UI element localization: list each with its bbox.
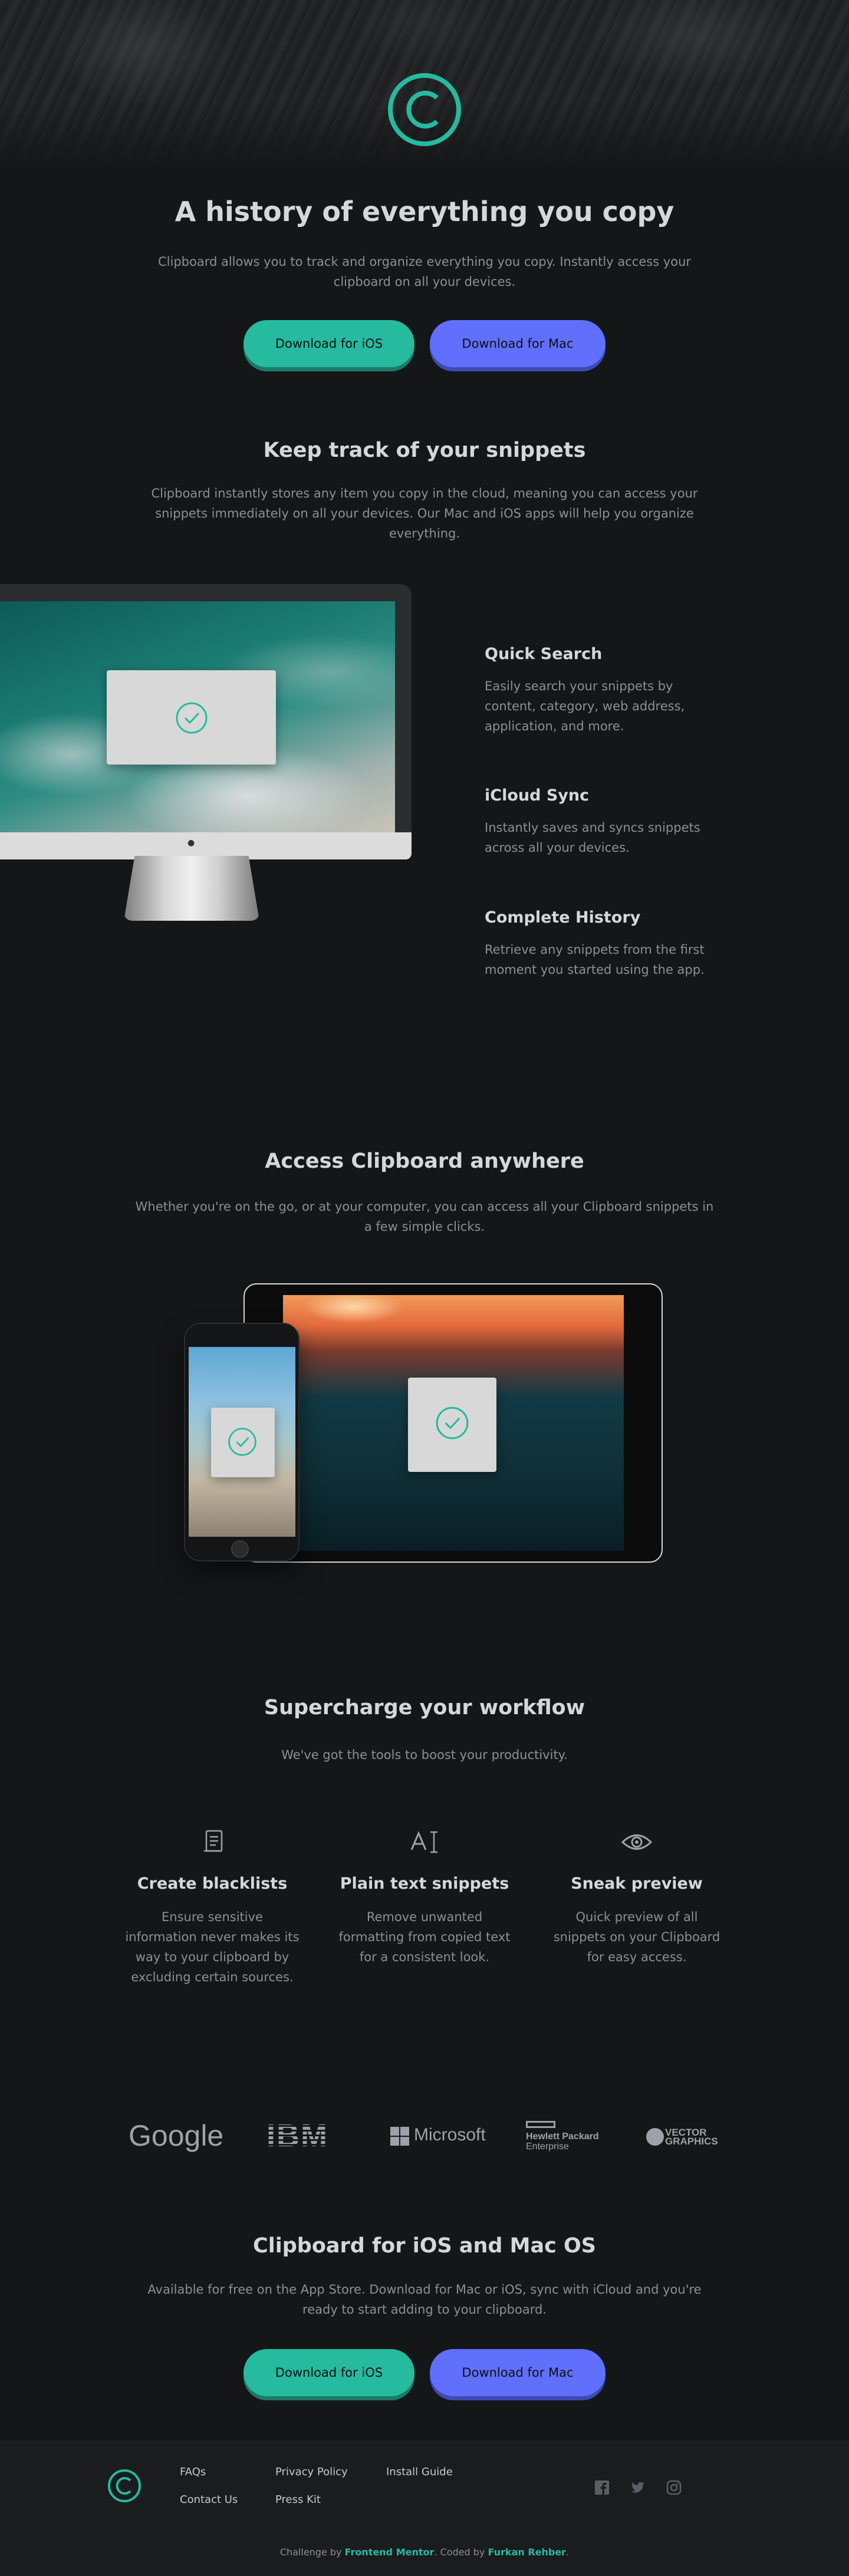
tool-text-line: for a consistent look. xyxy=(359,1950,490,1964)
feature-text-line: Retrieve any snippets from the first xyxy=(485,943,705,957)
cta-title: Clipboard for iOS and Mac OS xyxy=(253,2234,596,2258)
access-text-line: a few simple clicks. xyxy=(364,1220,485,1234)
feature-text-line: moment you started using the app. xyxy=(485,963,705,977)
tool-text-line: Ensure sensitive xyxy=(162,1910,263,1924)
tool-title: Create blacklists xyxy=(137,1875,288,1893)
feature-text: Instantly saves and syncs snippets acros… xyxy=(485,818,744,858)
tool-text-line: way to your clipboard by xyxy=(135,1950,289,1964)
google-logo: Google xyxy=(129,2119,224,2152)
feature-icloud-sync: iCloud Sync Instantly saves and syncs sn… xyxy=(485,786,744,858)
feature-text-line: application, and more. xyxy=(485,719,624,733)
feature-text-line: Instantly saves and syncs snippets xyxy=(485,821,700,835)
tool-sneak-preview: Sneak preview Quick preview of all snipp… xyxy=(542,1875,731,1967)
feature-text: Easily search your snippets by content, … xyxy=(485,676,744,736)
tool-text-line: snippets on your Clipboard xyxy=(553,1930,720,1944)
blacklist-icon xyxy=(204,1830,223,1852)
access-text: Whether you're on the go, or at your com… xyxy=(0,1197,849,1237)
imac-stand xyxy=(124,856,259,921)
download-ios-button[interactable]: Download for iOS xyxy=(243,320,414,367)
snippets-text-line: everything. xyxy=(389,526,460,541)
text-icon xyxy=(410,1831,437,1853)
download-mac-button[interactable]: Download for Mac xyxy=(430,320,606,367)
feature-text-line: Easily search your snippets by xyxy=(485,679,673,693)
footer-link-privacy[interactable]: Privacy Policy xyxy=(275,2466,348,2478)
feature-title: Complete History xyxy=(485,908,641,927)
feature-title: Quick Search xyxy=(485,645,603,663)
footer-link-contact[interactable]: Contact Us xyxy=(180,2493,238,2506)
footer-link-install[interactable]: Install Guide xyxy=(386,2466,453,2478)
check-circle-icon xyxy=(228,1428,256,1456)
cta-text-line: Available for free on the App Store. Dow… xyxy=(147,2282,702,2297)
vector-graphics-logo-icon xyxy=(646,2128,664,2146)
hpe-logo-line: Enterprise xyxy=(526,2142,569,2152)
clipboard-logo-icon xyxy=(388,73,461,146)
credit-author-link[interactable]: Furkan Rehber xyxy=(488,2547,567,2558)
tool-blacklists: Create blacklists Ensure sensitive infor… xyxy=(118,1875,307,1987)
tool-plain-text: Plain text snippets Remove unwanted form… xyxy=(330,1875,519,1967)
tool-text-line: information never makes its xyxy=(125,1930,300,1944)
credit-end: . xyxy=(566,2547,570,2558)
feature-title: iCloud Sync xyxy=(485,786,590,805)
hpe-logo-icon xyxy=(526,2121,555,2128)
hpe-logo-line: Hewlett Packard xyxy=(526,2132,599,2142)
download-ios-button[interactable]: Download for iOS xyxy=(243,2349,414,2396)
check-circle-icon xyxy=(176,702,208,734)
check-circle-icon xyxy=(436,1406,469,1439)
footer-link-press[interactable]: Press Kit xyxy=(275,2493,321,2506)
microsoft-logo: Microsoft xyxy=(414,2125,486,2145)
tool-text-line: formatting from copied text xyxy=(338,1930,511,1944)
access-text-line: Whether you're on the go, or at your com… xyxy=(135,1200,714,1214)
tool-text: Remove unwanted formatting from copied t… xyxy=(330,1907,519,1967)
access-title: Access Clipboard anywhere xyxy=(265,1149,584,1173)
feature-text: Retrieve any snippets from the first mom… xyxy=(485,940,744,980)
ibm-logo: IBM xyxy=(266,2118,328,2153)
phone-home-button xyxy=(231,1540,249,1558)
tool-text-line: Quick preview of all xyxy=(575,1910,698,1924)
clipboard-logo-icon[interactable] xyxy=(107,2468,142,2503)
snippets-text-line: Clipboard instantly stores any item you … xyxy=(151,486,698,500)
cta-text: Available for free on the App Store. Dow… xyxy=(0,2279,849,2320)
tool-text-line: Remove unwanted xyxy=(366,1910,483,1924)
feature-text-line: content, category, web address, xyxy=(485,699,685,713)
tool-text-line: excluding certain sources. xyxy=(131,1970,294,1984)
twitter-icon[interactable] xyxy=(630,2480,646,2495)
feature-quick-search: Quick Search Easily search your snippets… xyxy=(485,645,744,736)
facebook-icon[interactable] xyxy=(594,2480,610,2495)
apple-logo-icon: ● xyxy=(187,838,195,848)
feature-text-line: across all your devices. xyxy=(485,841,630,855)
imac-chin xyxy=(0,832,412,859)
microsoft-logo-icon xyxy=(390,2127,409,2146)
tool-title: Plain text snippets xyxy=(340,1875,509,1893)
footer-link-faqs[interactable]: FAQs xyxy=(180,2466,206,2478)
credit-prefix: Challenge by xyxy=(279,2547,342,2558)
credit-middle: . Coded by xyxy=(434,2547,485,2558)
feature-complete-history: Complete History Retrieve any snippets f… xyxy=(485,908,744,980)
hpe-logo: Hewlett Packard Enterprise xyxy=(526,2132,599,2152)
eye-icon xyxy=(621,1834,653,1850)
hero-subtitle-line: Clipboard allows you to track and organi… xyxy=(157,255,692,269)
snippets-title: Keep track of your snippets xyxy=(263,439,586,462)
hero-title: A history of everything you copy xyxy=(175,196,674,228)
vector-graphics-logo: VECTOR GRAPHICS xyxy=(665,2127,718,2147)
hero-subtitle: Clipboard allows you to track and organi… xyxy=(0,252,849,292)
credit-frontend-mentor-link[interactable]: Frontend Mentor xyxy=(345,2547,435,2558)
vector-logo-line: GRAPHICS xyxy=(665,2136,718,2147)
workflow-title: Supercharge your workflow xyxy=(264,1696,585,1719)
instagram-icon[interactable] xyxy=(666,2480,682,2495)
tool-title: Sneak preview xyxy=(571,1875,703,1893)
workflow-subtitle: We've got the tools to boost your produc… xyxy=(281,1748,568,1762)
cta-text-line: ready to start adding to your clipboard. xyxy=(302,2302,547,2317)
tool-text: Quick preview of all snippets on your Cl… xyxy=(542,1907,731,1967)
snippets-text: Clipboard instantly stores any item you … xyxy=(0,483,849,543)
tool-text: Ensure sensitive information never makes… xyxy=(118,1907,307,1987)
download-mac-button[interactable]: Download for Mac xyxy=(430,2349,606,2396)
snippets-text-line: snippets immediately on all your devices… xyxy=(155,506,694,521)
attribution: Challenge by Frontend Mentor. Coded by F… xyxy=(0,2547,849,2558)
tool-text-line: for easy access. xyxy=(587,1950,687,1964)
hero-subtitle-line: clipboard on all your devices. xyxy=(333,275,516,289)
